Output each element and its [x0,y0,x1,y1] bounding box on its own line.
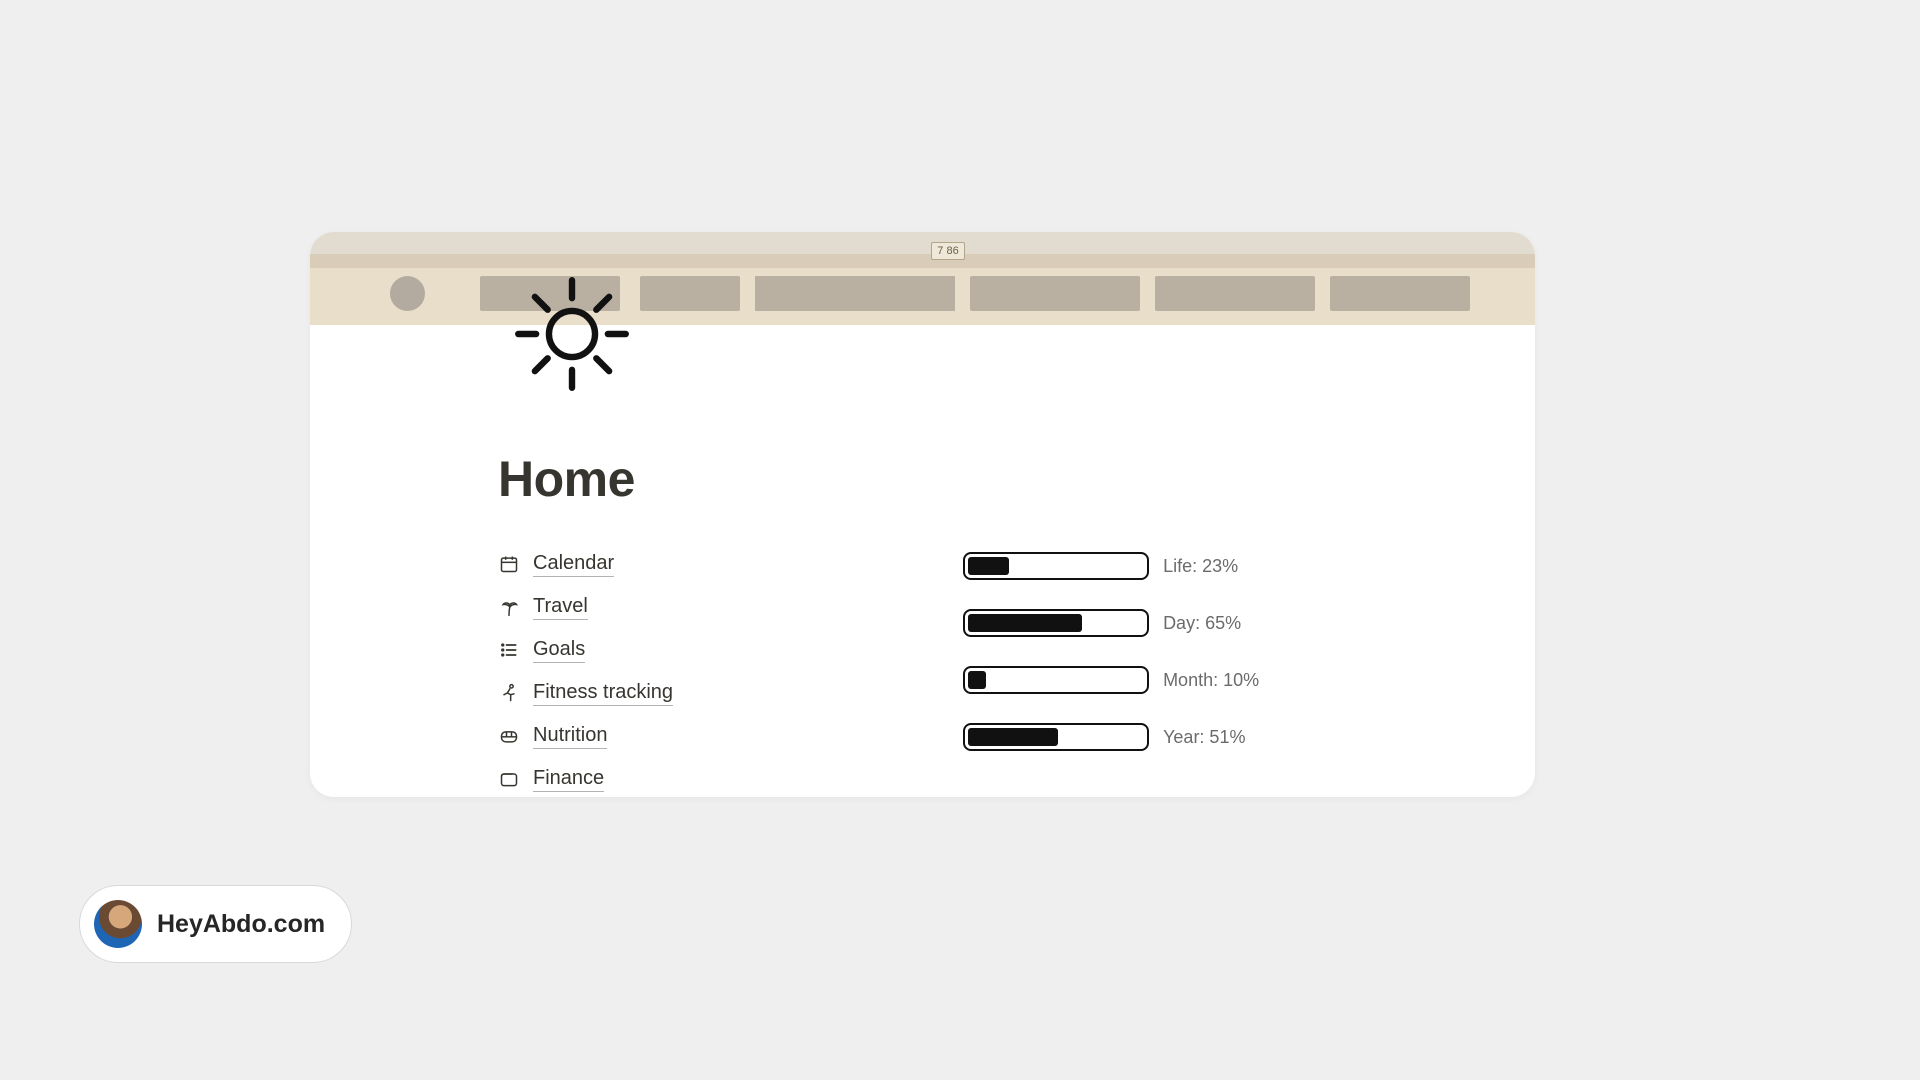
page-title: Home [498,450,1478,508]
palm-tree-icon [498,596,520,618]
nav-label: Finance [533,765,604,792]
progress-label: Life: 23% [1163,556,1238,577]
cover-image: 7 86 [310,232,1535,325]
nav-label: Fitness tracking [533,679,673,706]
progress-bar [963,609,1149,637]
progress-year: Year: 51% [963,723,1259,751]
nav-item-fitness[interactable]: Fitness tracking [498,679,673,706]
nav-label: Calendar [533,550,614,577]
nav-label: Goals [533,636,585,663]
progress-bar [963,723,1149,751]
progress-bar [963,666,1149,694]
page-content: Home Calendar [498,450,1478,792]
progress-list: Life: 23% Day: 65% Month: 10% Year: 51% [963,550,1259,792]
progress-month: Month: 10% [963,666,1259,694]
progress-life: Life: 23% [963,552,1259,580]
nav-item-calendar[interactable]: Calendar [498,550,673,577]
progress-label: Month: 10% [1163,670,1259,691]
nav-item-nutrition[interactable]: Nutrition [498,722,673,749]
nav-item-goals[interactable]: Goals [498,636,673,663]
nav-list: Calendar Travel Goals [498,550,673,792]
nav-label: Nutrition [533,722,607,749]
sun-icon[interactable] [508,270,636,403]
progress-label: Day: 65% [1163,613,1241,634]
nav-item-finance[interactable]: Finance [498,765,673,792]
fitness-icon [498,682,520,704]
attribution-label: HeyAbdo.com [157,910,325,939]
progress-day: Day: 65% [963,609,1259,637]
bento-icon [498,725,520,747]
wallet-icon [498,768,520,790]
avatar [94,900,142,948]
progress-label: Year: 51% [1163,727,1245,748]
progress-bar [963,552,1149,580]
list-icon [498,639,520,661]
nav-item-travel[interactable]: Travel [498,593,673,620]
cover-plate: 7 86 [931,242,965,260]
nav-label: Travel [533,593,588,620]
calendar-icon [498,553,520,575]
attribution-badge[interactable]: HeyAbdo.com [79,885,352,963]
